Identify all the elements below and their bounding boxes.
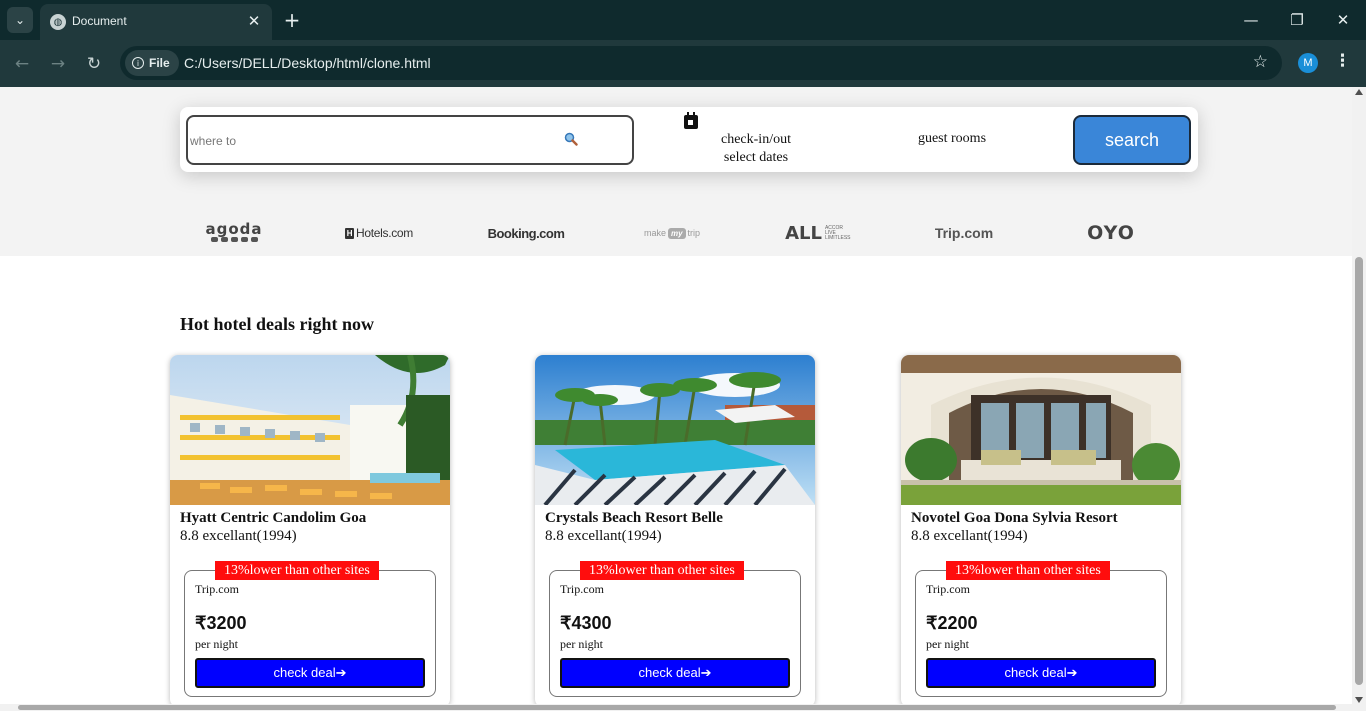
hotel-name: Novotel Goa Dona Sylvia Resort bbox=[911, 510, 1118, 526]
site-info-chip[interactable]: i File bbox=[125, 50, 179, 76]
scroll-thumb[interactable] bbox=[1355, 257, 1363, 685]
hero-section: check-in/out select dates guest rooms se… bbox=[0, 87, 1352, 256]
price-unit: per night bbox=[560, 637, 603, 651]
address-bar[interactable]: i File C:/Users/DELL/Desktop/html/clone.… bbox=[120, 46, 1282, 80]
minimize-icon[interactable]: — bbox=[1237, 6, 1265, 34]
vertical-scrollbar[interactable] bbox=[1352, 87, 1366, 711]
deal-price: ₹2200 bbox=[926, 613, 978, 633]
page-content: check-in/out select dates guest rooms se… bbox=[0, 87, 1352, 704]
check-deal-button[interactable]: check deal➔ bbox=[926, 658, 1156, 688]
destination-field[interactable] bbox=[186, 115, 634, 165]
hotel-photo bbox=[901, 355, 1181, 505]
globe-icon: ◍ bbox=[50, 14, 66, 30]
horizontal-scroll-thumb[interactable] bbox=[18, 705, 1336, 710]
price-unit: per night bbox=[926, 637, 969, 651]
new-tab-icon[interactable]: + bbox=[280, 8, 304, 32]
oyo-logo: OYO bbox=[1087, 222, 1135, 244]
price-unit: per night bbox=[195, 637, 238, 651]
restore-icon[interactable]: ❐ bbox=[1283, 6, 1311, 34]
hotel-name: Crystals Beach Resort Belle bbox=[545, 510, 723, 526]
profile-avatar[interactable]: M bbox=[1298, 53, 1318, 73]
search-button[interactable]: search bbox=[1073, 115, 1191, 165]
deal-site: Trip.com bbox=[560, 582, 604, 596]
deals-heading: Hot hotel deals right now bbox=[180, 314, 375, 334]
back-arrow-icon[interactable]: ← bbox=[10, 52, 34, 76]
url-text[interactable]: C:/Users/DELL/Desktop/html/clone.html bbox=[184, 55, 431, 71]
deal-price: ₹4300 bbox=[560, 613, 612, 633]
tab-search-icon[interactable]: ⌄ bbox=[7, 7, 33, 33]
check-deal-button[interactable]: check deal➔ bbox=[560, 658, 790, 688]
browser-toolbar: ← → ↻ i File C:/Users/DELL/Desktop/html/… bbox=[0, 40, 1366, 87]
magnifier-icon bbox=[564, 132, 578, 146]
trip-com-logo: Trip.com bbox=[934, 225, 994, 241]
hotel-card: Novotel Goa Dona Sylvia Resort 8.8 excel… bbox=[901, 355, 1181, 704]
hotel-card: Crystals Beach Resort Belle 8.8 excellan… bbox=[535, 355, 815, 704]
reload-icon[interactable]: ↻ bbox=[82, 52, 106, 76]
info-icon: i bbox=[132, 57, 144, 69]
deal-price: ₹3200 bbox=[195, 613, 247, 633]
hotel-name: Hyatt Centric Candolim Goa bbox=[180, 510, 367, 526]
deal-site: Trip.com bbox=[195, 582, 239, 596]
deal-site: Trip.com bbox=[926, 582, 970, 596]
scroll-up-icon[interactable] bbox=[1355, 89, 1363, 95]
accor-all-logo: ALL ACCOR LIVE LIMITLESS bbox=[785, 222, 851, 244]
hotel-photo bbox=[535, 355, 815, 505]
hotel-rating: 8.8 excellant(1994) bbox=[545, 528, 662, 544]
browser-tab[interactable]: ◍ Document ✕ bbox=[40, 4, 272, 40]
destination-input[interactable] bbox=[190, 131, 550, 151]
hotel-photo bbox=[170, 355, 450, 505]
discount-badge: 13%lower than other sites bbox=[215, 561, 379, 580]
calendar-icon bbox=[684, 112, 698, 129]
hotel-rating: 8.8 excellant(1994) bbox=[911, 528, 1028, 544]
hotel-card: Hyatt Centric Candolim Goa 8.8 excellant… bbox=[170, 355, 450, 704]
deal-box: 13%lower than other sites Trip.com ₹4300… bbox=[549, 561, 801, 697]
makemytrip-logo: make my trip bbox=[643, 227, 701, 239]
site-chip-label: File bbox=[149, 56, 170, 70]
browser-titlebar: ⌄ ◍ Document ✕ + — ❐ ✕ bbox=[0, 0, 1366, 40]
deal-box: 13%lower than other sites Trip.com ₹3200… bbox=[184, 561, 436, 697]
forward-arrow-icon[interactable]: → bbox=[46, 52, 70, 76]
date-selector[interactable]: check-in/out select dates bbox=[700, 131, 812, 167]
tab-title: Document bbox=[72, 14, 127, 28]
more-menu-icon[interactable]: ⋮ bbox=[1334, 51, 1351, 71]
window-close-icon[interactable]: ✕ bbox=[1329, 6, 1357, 34]
bookmark-star-icon[interactable]: ☆ bbox=[1253, 52, 1268, 72]
close-icon[interactable]: ✕ bbox=[244, 11, 264, 31]
agoda-logo: agoda bbox=[200, 217, 268, 249]
dates-label: check-in/out bbox=[721, 132, 791, 147]
partner-logos: agoda H Hotels.com Booking.com make my trip… bbox=[0, 217, 1352, 249]
check-deal-button[interactable]: check deal➔ bbox=[195, 658, 425, 688]
dates-value: select dates bbox=[723, 150, 789, 165]
horizontal-scrollbar[interactable] bbox=[0, 704, 1352, 711]
search-bar: check-in/out select dates guest rooms se… bbox=[180, 107, 1198, 172]
deal-box: 13%lower than other sites Trip.com ₹2200… bbox=[915, 561, 1167, 697]
scroll-down-icon[interactable] bbox=[1355, 697, 1363, 703]
hotels-com-logo: H Hotels.com bbox=[344, 226, 414, 240]
hotel-rating: 8.8 excellant(1994) bbox=[180, 528, 297, 544]
discount-badge: 13%lower than other sites bbox=[946, 561, 1110, 580]
discount-badge: 13%lower than other sites bbox=[580, 561, 744, 580]
booking-com-logo: Booking.com bbox=[487, 225, 565, 241]
guest-rooms-selector[interactable]: guest rooms bbox=[900, 131, 1004, 147]
